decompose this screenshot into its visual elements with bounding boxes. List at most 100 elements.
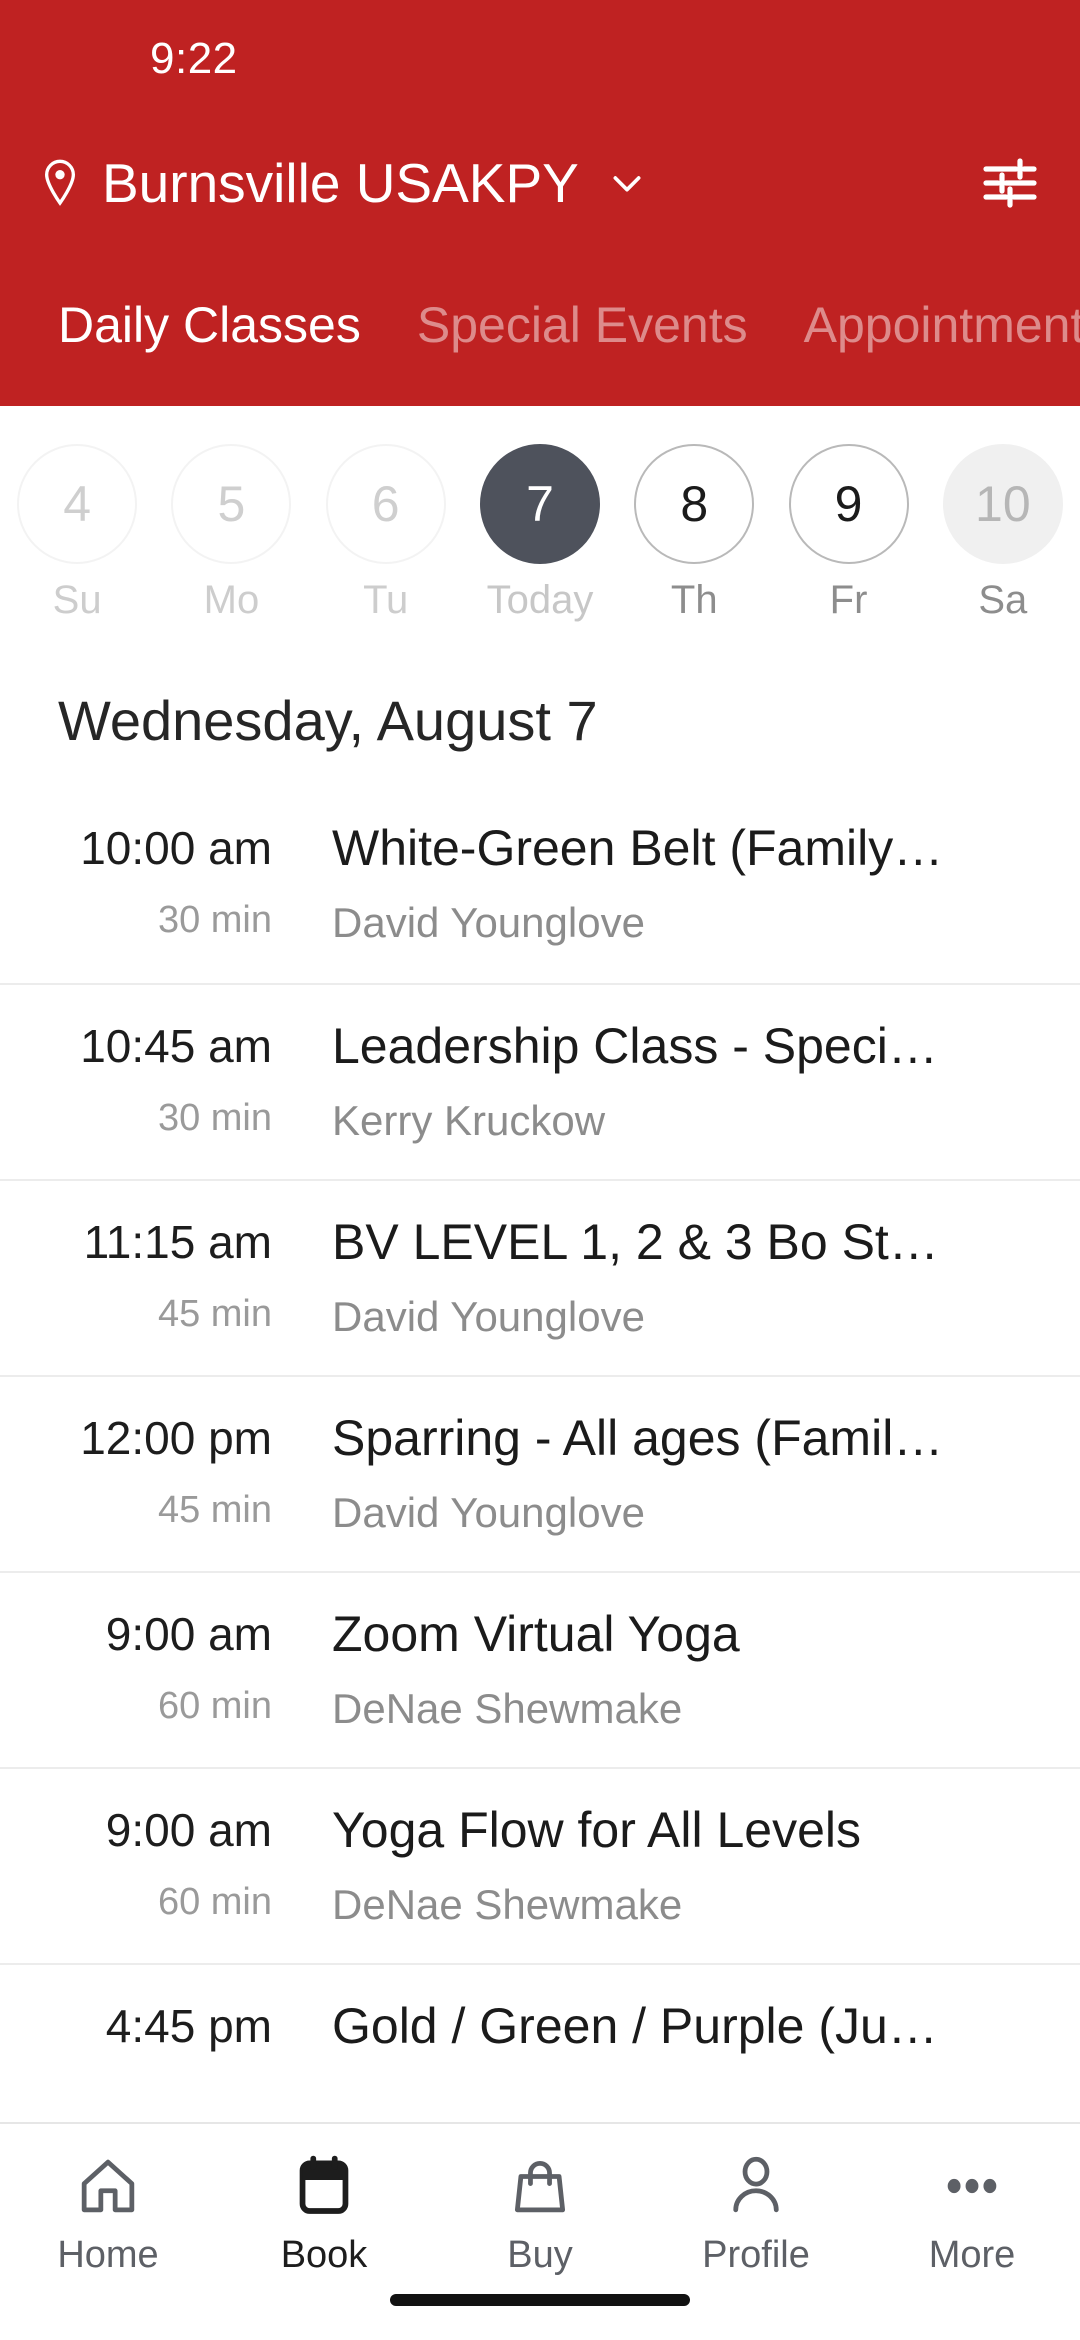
class-row[interactable]: 11:15 am 45 min BV LEVEL 1, 2 & 3 Bo St……: [0, 1179, 1080, 1375]
shopping-bag-icon: [509, 2150, 571, 2222]
class-staff: DeNae Shewmake: [332, 1685, 683, 1732]
class-time-column: 9:00 am 60 min: [56, 1801, 288, 1924]
date-weekday: Tu: [363, 578, 409, 622]
date-cell-5[interactable]: 5 Mo: [154, 444, 308, 623]
class-title: Gold / Green / Purple (Ju…: [332, 1998, 938, 2054]
app-screen: 9:22 Burnsville USAKPY Daily Classes Spe…: [0, 0, 1080, 2340]
class-start-time: 12:00 pm: [80, 1412, 272, 1464]
tab-appointments[interactable]: Appointments: [776, 296, 1080, 406]
class-time-column: 12:00 pm 45 min: [56, 1409, 288, 1532]
date-number: 5: [171, 444, 292, 564]
map-pin-icon: [40, 157, 80, 209]
date-number: 9: [788, 444, 909, 564]
location-name: Burnsville USAKPY: [102, 152, 579, 214]
app-header: 9:22 Burnsville USAKPY Daily Classes Spe…: [0, 0, 1080, 406]
class-info-column: Gold / Green / Purple (Ju…: [288, 1997, 1026, 2077]
class-list[interactable]: 10:00 am 30 min White-Green Belt (Family…: [0, 787, 1080, 2122]
class-duration: 30 min: [157, 898, 272, 941]
date-cell-4[interactable]: 4 Su: [0, 444, 154, 623]
class-row[interactable]: 9:00 am 60 min Zoom Virtual Yoga DeNae S…: [0, 1571, 1080, 1767]
class-staff: David Younglove: [332, 1293, 645, 1340]
date-cell-9[interactable]: 9 Fr: [771, 444, 925, 623]
nav-item-book[interactable]: Book: [216, 2150, 432, 2277]
class-start-time: 9:00 am: [105, 1804, 272, 1856]
header-tabs: Daily Classes Special Events Appointment…: [0, 248, 1080, 406]
tab-special-events[interactable]: Special Events: [389, 296, 776, 406]
location-selector[interactable]: Burnsville USAKPY: [40, 151, 982, 215]
class-row[interactable]: 10:45 am 30 min Leadership Class - Speci…: [0, 983, 1080, 1179]
nav-label: Buy: [507, 2234, 573, 2276]
home-indicator: [390, 2294, 690, 2306]
class-title: White-Green Belt (Family…: [332, 820, 944, 876]
class-staff: Kerry Kruckow: [332, 1097, 606, 1144]
nav-label: Profile: [702, 2234, 810, 2276]
class-title: Sparring - All ages (Famil…: [332, 1410, 944, 1466]
tab-daily-classes[interactable]: Daily Classes: [30, 296, 389, 406]
date-weekday: Su: [52, 578, 102, 622]
nav-label: More: [928, 2234, 1016, 2276]
class-staff: David Younglove: [332, 1489, 645, 1536]
class-start-time: 4:45 pm: [105, 2000, 272, 2052]
date-strip[interactable]: 4 Su 5 Mo 6 Tu 7 Today 8 Th 9 Fr 10 Sa: [0, 406, 1080, 628]
class-time-column: 11:15 am 45 min: [56, 1213, 288, 1336]
schedule-date-heading: Wednesday, August 7: [58, 689, 598, 752]
date-cell-today-7[interactable]: 7 Today: [463, 444, 617, 623]
class-staff: DeNae Shewmake: [332, 1881, 683, 1928]
date-cell-8[interactable]: 8 Th: [617, 444, 771, 623]
date-weekday: Th: [670, 578, 718, 622]
tune-filter-icon[interactable]: [982, 157, 1038, 209]
date-number: 10: [942, 444, 1063, 564]
class-info-column: Sparring - All ages (Famil… David Youngl…: [288, 1409, 1026, 1537]
class-time-column: 10:45 am 30 min: [56, 1017, 288, 1140]
class-row[interactable]: 4:45 pm Gold / Green / Purple (Ju…: [0, 1963, 1080, 2122]
nav-item-home[interactable]: Home: [0, 2150, 216, 2277]
class-start-time: 11:15 am: [83, 1216, 272, 1268]
class-row[interactable]: 10:00 am 30 min White-Green Belt (Family…: [0, 787, 1080, 983]
class-duration: 60 min: [157, 1880, 272, 1923]
class-duration: 45 min: [157, 1488, 272, 1531]
date-number: 4: [17, 444, 138, 564]
nav-item-profile[interactable]: Profile: [648, 2150, 864, 2277]
class-title: Yoga Flow for All Levels: [332, 1802, 862, 1858]
class-info-column: BV LEVEL 1, 2 & 3 Bo St… David Younglove: [288, 1213, 1026, 1341]
date-number: 8: [634, 444, 755, 564]
chevron-down-icon: [607, 163, 647, 203]
class-row[interactable]: 9:00 am 60 min Yoga Flow for All Levels …: [0, 1767, 1080, 1963]
class-time-column: 10:00 am 30 min: [56, 819, 288, 942]
class-info-column: Zoom Virtual Yoga DeNae Shewmake: [288, 1605, 1026, 1733]
class-duration: 60 min: [157, 1684, 272, 1727]
class-info-column: Yoga Flow for All Levels DeNae Shewmake: [288, 1801, 1026, 1929]
class-start-time: 10:45 am: [80, 1020, 272, 1072]
nav-label: Home: [57, 2234, 159, 2276]
nav-label: Book: [280, 2234, 368, 2276]
home-icon: [77, 2150, 139, 2222]
class-duration: 30 min: [157, 1096, 272, 1139]
class-title: BV LEVEL 1, 2 & 3 Bo St…: [332, 1214, 939, 1270]
class-time-column: 9:00 am 60 min: [56, 1605, 288, 1728]
class-info-column: Leadership Class - Speci… Kerry Kruckow: [288, 1017, 1026, 1145]
class-title: Zoom Virtual Yoga: [332, 1606, 740, 1662]
date-cell-6[interactable]: 6 Tu: [309, 444, 463, 623]
date-weekday: Mo: [203, 578, 260, 622]
bottom-navigation: Home Book Buy Profile More: [0, 2122, 1080, 2340]
class-title: Leadership Class - Speci…: [332, 1018, 938, 1074]
class-time-column: 4:45 pm: [56, 1997, 288, 2077]
date-cell-10[interactable]: 10 Sa: [926, 444, 1080, 623]
date-weekday: Today: [486, 578, 594, 622]
calendar-icon: [293, 2150, 355, 2222]
ellipsis-icon: [941, 2150, 1003, 2222]
date-weekday: Sa: [978, 578, 1028, 622]
class-duration: 45 min: [157, 1292, 272, 1335]
class-row[interactable]: 12:00 pm 45 min Sparring - All ages (Fam…: [0, 1375, 1080, 1571]
date-number: 6: [325, 444, 446, 564]
location-bar: Burnsville USAKPY: [0, 118, 1080, 248]
status-bar-clock: 9:22: [150, 34, 238, 83]
class-staff: David Younglove: [332, 899, 645, 946]
nav-item-more[interactable]: More: [864, 2150, 1080, 2277]
class-start-time: 9:00 am: [105, 1608, 272, 1660]
date-weekday: Fr: [829, 578, 868, 622]
nav-item-buy[interactable]: Buy: [432, 2150, 648, 2277]
class-start-time: 10:00 am: [80, 822, 272, 874]
class-info-column: White-Green Belt (Family… David Younglov…: [288, 819, 1026, 947]
person-icon: [725, 2150, 787, 2222]
